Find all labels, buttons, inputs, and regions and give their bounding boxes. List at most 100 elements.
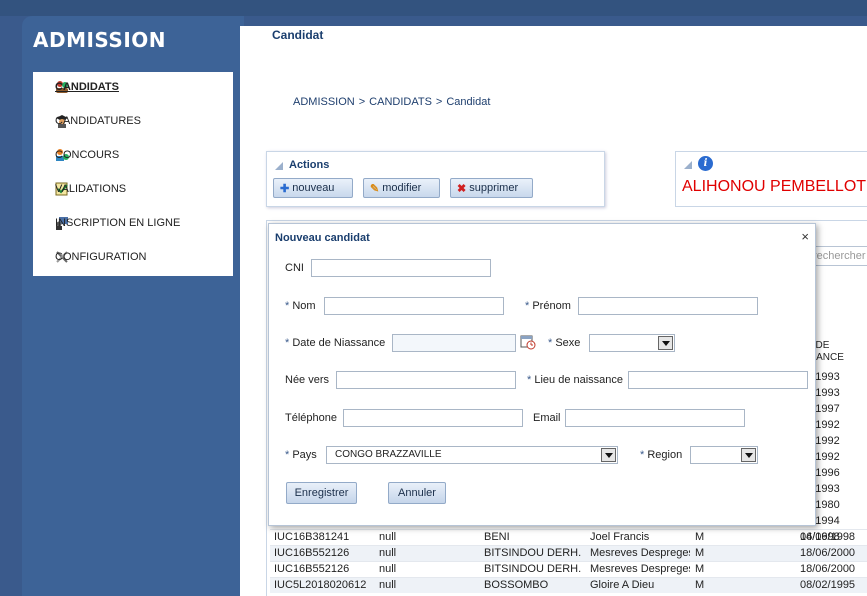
sidebar-item-configuration[interactable]: CONFIGURATION (55, 248, 146, 266)
cell-id: IUC16B381241 (274, 531, 350, 543)
lieu-label-text: Lieu de naissance (534, 374, 624, 386)
cell-date: 14/06/1998 (800, 531, 856, 543)
cell-sexe: M (695, 579, 705, 591)
search-input[interactable]: rechercher pa (808, 246, 867, 266)
new-button-label: nouveau (292, 182, 335, 194)
tel-label: Téléphone (285, 412, 337, 424)
breadcrumb: ADMISSION > CANDIDATS > Candidat (293, 96, 490, 108)
nom-label-text: Nom (292, 300, 316, 312)
pays-label-text: Pays (292, 449, 317, 461)
sidebar-item-label: INSCRIPTION EN LIGNE (55, 217, 181, 229)
candidate-name: ALIHONOU PEMBELLOT (682, 178, 867, 195)
actions-title: Actions (289, 159, 330, 171)
required-mark: * (285, 337, 290, 349)
table-row[interactable]: IUC5L2018020612 null BOSSOMBO Gloire A D… (270, 577, 867, 593)
lieu-label: * Lieu de naissance (527, 374, 623, 386)
calendar-icon[interactable] (520, 334, 536, 350)
breadcrumb-separator: > (358, 96, 366, 108)
app-title: ADMISSION (33, 28, 167, 52)
new-button[interactable]: ✚ nouveau (273, 178, 353, 198)
close-icon[interactable]: × (801, 229, 809, 244)
cell-prenom: Mesreves Despreges (590, 563, 690, 575)
sidebar-item-label: CONFIGURATION (55, 251, 147, 263)
dob-label-text: Date de Niassance (292, 337, 386, 349)
collapse-triangle-icon[interactable] (275, 162, 283, 170)
sidebar-item-label: VALIDATIONS (55, 183, 127, 195)
pays-select[interactable]: CONGO BRAZZAVILLE (326, 446, 618, 464)
cell-id: IUC16B552126 (274, 563, 350, 575)
nom-label: * Nom (285, 300, 316, 312)
breadcrumb-candidats[interactable]: CANDIDATS (369, 96, 432, 108)
cell-null: null (379, 547, 397, 559)
cni-label: CNI (285, 262, 304, 274)
info-panel: i ALIHONOU PEMBELLOT (675, 151, 867, 207)
sexe-select[interactable] (589, 334, 675, 352)
cell-sexe: M (695, 563, 705, 575)
breadcrumb-separator: > (435, 96, 443, 108)
table-row[interactable]: IUC16B381241 null BENI Joel Francis M 14… (270, 529, 867, 545)
region-label: * Region (640, 449, 682, 461)
sidebar-item-label: CONCOURS (55, 149, 120, 161)
required-mark: * (285, 449, 290, 461)
cell-nom: BENI (484, 531, 510, 543)
delete-button-label: supprimer (469, 182, 519, 194)
delete-x-icon: ✖ (457, 182, 467, 195)
required-mark: * (640, 449, 645, 461)
prenom-label-text: Prénom (532, 300, 571, 312)
sexe-label: * Sexe (548, 337, 580, 349)
sidebar-item-label: CANDIDATURES (55, 115, 141, 127)
sidebar-item-inscription[interactable]: INSCRIPTION EN LIGNE (55, 214, 180, 232)
prenom-label: * Prénom (525, 300, 571, 312)
sidebar-item-validations[interactable]: VALIDATIONS (55, 180, 126, 198)
cell-date: 18/06/2000 (800, 547, 856, 559)
delete-button[interactable]: ✖ supprimer (450, 178, 533, 198)
dob-field[interactable] (392, 334, 516, 352)
region-select[interactable] (690, 446, 758, 464)
sidebar-item-candidatures[interactable]: CANDIDATURES (55, 112, 141, 130)
cell-null: null (379, 531, 397, 543)
cell-date: 18/06/2000 (800, 563, 856, 575)
region-label-text: Region (647, 449, 683, 461)
cell-sexe: M (695, 531, 705, 543)
cell-id: IUC16B552126 (274, 547, 350, 559)
plus-icon: ✚ (280, 182, 290, 195)
table-row[interactable]: IUC16B552126 null BITSINDOU DERH... Mesr… (270, 545, 867, 561)
pays-value: CONGO BRAZZAVILLE (335, 449, 442, 460)
chevron-down-icon[interactable] (601, 448, 616, 462)
chevron-down-icon[interactable] (658, 336, 673, 350)
lieu-field[interactable] (628, 371, 808, 389)
cni-field[interactable] (311, 259, 491, 277)
pencil-icon: ✎ (370, 182, 380, 195)
nom-field[interactable] (324, 297, 504, 315)
table-row[interactable]: IUC16B552126 null BITSINDOU DERH... Mesr… (270, 561, 867, 577)
edit-button[interactable]: ✎ modifier (363, 178, 440, 198)
nee-vers-field[interactable] (336, 371, 516, 389)
top-bar (0, 0, 867, 16)
info-icon: i (698, 156, 713, 171)
tel-field[interactable] (343, 409, 523, 427)
nee-vers-label: Née vers (285, 374, 330, 386)
cancel-button[interactable]: Annuler (388, 482, 446, 504)
required-mark: * (527, 374, 532, 386)
chevron-down-icon[interactable] (741, 448, 756, 462)
sidebar-item-candidats[interactable]: CANDIDATS (55, 78, 119, 96)
sidebar-item-label: CANDIDATS (55, 81, 119, 93)
edit-button-label: modifier (382, 182, 422, 194)
cell-null: null (379, 579, 397, 591)
dob-label: * Date de Niassance (285, 337, 385, 349)
cell-prenom: Joel Francis (590, 531, 650, 543)
required-mark: * (525, 300, 530, 312)
cell-nom: BOSSOMBO (484, 579, 549, 591)
collapse-triangle-icon[interactable] (684, 161, 692, 169)
email-field[interactable] (565, 409, 745, 427)
actions-panel: Actions ✚ nouveau ✎ modifier ✖ supprimer (266, 151, 605, 207)
email-label: Email (533, 412, 561, 424)
breadcrumb-current: Candidat (446, 96, 491, 108)
sexe-label-text: Sexe (555, 337, 581, 349)
prenom-field[interactable] (578, 297, 758, 315)
new-candidate-dialog: Nouveau candidat × CNI * Nom * Prénom * … (268, 223, 816, 526)
cell-null: null (379, 563, 397, 575)
save-button[interactable]: Enregistrer (286, 482, 357, 504)
sidebar-item-concours[interactable]: CONCOURS (55, 146, 119, 164)
breadcrumb-admission[interactable]: ADMISSION (293, 96, 355, 108)
